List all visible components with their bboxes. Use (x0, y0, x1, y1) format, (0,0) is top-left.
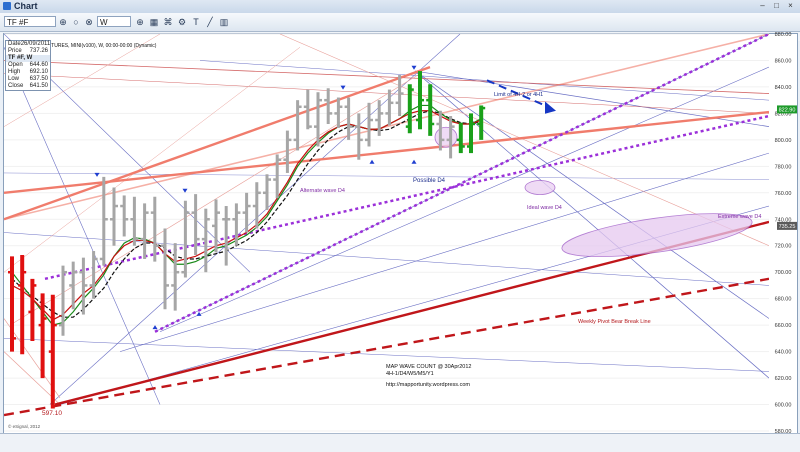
info-close-row: Close 641.50 (8, 83, 48, 89)
fan-line (159, 66, 769, 333)
possible-d4-label: Possible D4 (413, 178, 446, 184)
pivot-marker-icon (411, 159, 417, 164)
pivot-marker-icon (94, 172, 100, 177)
extreme-wave-label: Extreme wave D4 (718, 214, 761, 220)
price-tick-label: 780.00 (775, 164, 792, 170)
map-wave-title: MAP WAVE COUNT @ 30Apr2012 (386, 364, 471, 370)
salmon-trendline (4, 65, 431, 221)
info-low-row: Low 637.50 (8, 76, 48, 82)
info-date-row: Date 26/09/2011 (8, 41, 51, 47)
price-tick-label: 680.00 (775, 297, 792, 303)
pivot-marker-icon (411, 65, 417, 70)
possible-d4-zone (434, 126, 458, 148)
copyright-label: © eSignal, 2012 (8, 423, 41, 429)
resistance-line (4, 73, 769, 114)
price-tick-label: 860.00 (775, 58, 792, 64)
price-tick-label: 600.00 (775, 403, 792, 409)
price-tick-label: 760.00 (775, 191, 792, 197)
alternate-wave-label: Alternate wave D4 (300, 188, 345, 194)
limit-annotation: Limit of 4H-2 or 4H1 (494, 92, 543, 98)
salmon-trendline (4, 34, 769, 221)
url-label: http://mapportunity.wordpress.com (386, 382, 470, 388)
price-tick-label: 720.00 (775, 244, 792, 250)
price-tick-label: 800.00 (775, 138, 792, 144)
pivot-marker-icon (369, 159, 375, 164)
info-series: TF #F, W (6, 55, 50, 62)
price-tick-label: 660.00 (775, 323, 792, 329)
resistance-line (4, 60, 769, 94)
price-tick-label: 880.00 (775, 32, 792, 38)
pivot-marker-icon (152, 325, 158, 330)
low-price-label: 597.10 (42, 410, 62, 417)
info-high-row: High 692.10 (8, 69, 48, 75)
arrow-head-icon (545, 101, 556, 114)
price-chart: 580.00600.00620.00640.00660.00680.00700.… (4, 32, 797, 445)
weekly-pivot-dashed-line (4, 277, 769, 417)
current-price-label: 822.90 (779, 107, 796, 113)
price-tick-label: 640.00 (775, 350, 792, 356)
mid-price-label: 735.25 (779, 224, 796, 230)
weekly-pivot-label: Weekly Pivot Bear Break Line (578, 319, 651, 325)
price-tick-label: 840.00 (775, 85, 792, 91)
info-price-row: Price 737.26 (8, 48, 48, 54)
fan-line (199, 60, 769, 101)
pivot-marker-icon (340, 85, 346, 90)
salmon-trendline (4, 110, 769, 194)
info-open-row: Open 644.60 (8, 62, 48, 68)
price-tick-label: 700.00 (775, 270, 792, 276)
cursor-info-box: Date 26/09/2011 Price 737.26 TF #F, W Open… (5, 40, 51, 91)
date-bar (0, 433, 800, 452)
price-tick-label: 620.00 (775, 376, 792, 382)
ideal-wave-label: Ideal wave D4 (527, 205, 562, 211)
map-wave-subtitle: 4H-1/D4/W5/M5/Y1 (386, 371, 434, 377)
trend-line (9, 73, 421, 326)
fan-line (4, 47, 161, 405)
fan-line (414, 70, 769, 319)
ideal-wave-zone (524, 180, 556, 195)
